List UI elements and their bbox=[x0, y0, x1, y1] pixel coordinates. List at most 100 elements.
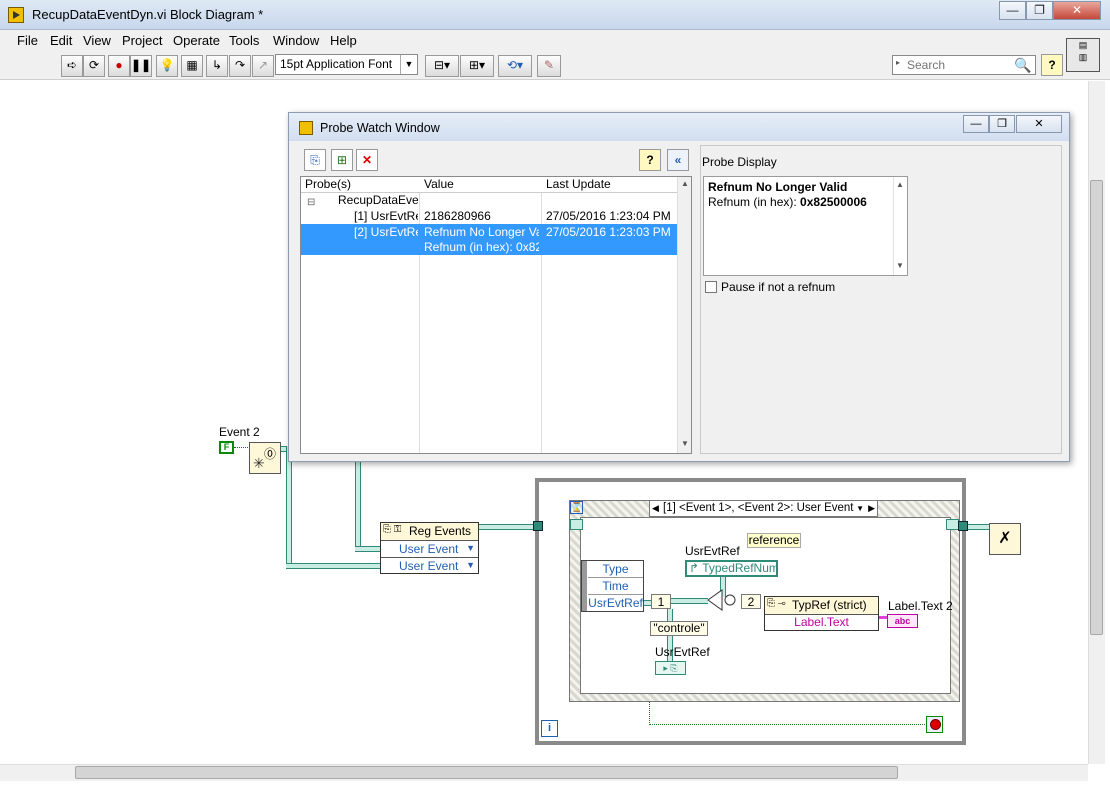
close-button[interactable]: ✕ bbox=[1053, 1, 1101, 20]
probe-window-title: Probe Watch Window bbox=[320, 121, 440, 135]
probe-row-2-update: 27/05/2016 1:23:03 PM bbox=[546, 225, 671, 239]
scroll-down-icon[interactable]: ▼ bbox=[681, 439, 689, 448]
menu-view[interactable]: View bbox=[83, 33, 111, 48]
event-data-time[interactable]: Time bbox=[588, 578, 643, 595]
probe-row-vi[interactable]: RecupDataEventDyn.vi bbox=[338, 193, 418, 208]
pause-if-not-refnum-checkbox[interactable] bbox=[705, 281, 717, 293]
probe-display-hex: Refnum (in hex): 0x82500006 bbox=[708, 195, 867, 209]
delete-probe-icon[interactable]: ✕ bbox=[356, 149, 378, 171]
minimize-button[interactable]: — bbox=[999, 1, 1026, 20]
select-probe-icon[interactable]: ⊞ bbox=[331, 149, 353, 171]
cleanup-diagram-icon[interactable]: ✎ bbox=[537, 55, 561, 77]
align-objects-icon[interactable]: ⊟▾ bbox=[425, 55, 459, 77]
probe-maximize-button[interactable]: ❐ bbox=[989, 115, 1015, 133]
event-registration-wire bbox=[479, 524, 537, 530]
scroll-up-icon[interactable]: ▲ bbox=[681, 179, 689, 188]
collapse-panel-button[interactable]: « bbox=[667, 149, 689, 171]
probe-row-1-value: 2186280966 bbox=[424, 209, 491, 223]
false-constant[interactable]: F bbox=[219, 441, 234, 454]
refnum-icon: ↱ bbox=[689, 561, 700, 575]
highlight-execution-icon[interactable]: 💡 bbox=[156, 55, 178, 77]
event-data-usrevtref[interactable]: UsrEvtRef bbox=[588, 595, 643, 611]
create-user-event-node[interactable]: ✳ ⓪ bbox=[249, 442, 281, 474]
event-data-node[interactable]: Type Time UsrEvtRef bbox=[581, 560, 644, 612]
menu-operate[interactable]: Operate bbox=[173, 33, 220, 48]
menu-tools[interactable]: Tools bbox=[229, 33, 259, 48]
probe-row-1-name[interactable]: [1] UsrEvtRef bbox=[354, 209, 418, 224]
probe-help-button[interactable]: ? bbox=[639, 149, 661, 171]
step-over-icon[interactable]: ↷ bbox=[229, 55, 251, 77]
pause-icon[interactable]: ❚❚ bbox=[130, 55, 152, 77]
label-text-indicator[interactable]: abc bbox=[887, 614, 918, 628]
probe-row-1-update: 27/05/2016 1:23:04 PM bbox=[546, 209, 671, 223]
case-selector[interactable]: ◀ [1] <Event 1>, <Event 2>: User Event ▼… bbox=[649, 500, 878, 517]
controle-string-constant[interactable]: "controle" bbox=[650, 621, 708, 636]
index-constant-2[interactable]: 2 bbox=[741, 594, 761, 609]
loop-condition-terminal[interactable] bbox=[926, 716, 943, 733]
probe-display-scrollbar[interactable]: ▲ ▼ bbox=[893, 177, 907, 275]
search-icon[interactable]: 🔍 bbox=[1014, 57, 1031, 73]
scroll-up-icon[interactable]: ▲ bbox=[896, 180, 904, 189]
vi-block-diagram-icon bbox=[8, 7, 24, 23]
decrement-arrow-icon[interactable]: ◀ bbox=[652, 501, 659, 516]
reg-events-row[interactable]: User Event ▼ bbox=[381, 558, 478, 574]
vertical-scroll-thumb[interactable] bbox=[1090, 180, 1103, 635]
refnum-wire bbox=[286, 446, 292, 566]
probe-list-scrollbar[interactable]: ▲ ▼ bbox=[677, 177, 691, 453]
step-into-icon[interactable]: ↳ bbox=[206, 55, 228, 77]
to-more-specific-class-icon bbox=[707, 589, 736, 611]
probe-list[interactable]: Probe(s) Value Last Update ⊟ RecupDataEv… bbox=[300, 176, 692, 454]
window-title: RecupDataEventDyn.vi Block Diagram * bbox=[32, 7, 264, 22]
menu-window[interactable]: Window bbox=[273, 33, 319, 48]
abort-icon[interactable]: ● bbox=[108, 55, 130, 77]
index-constant-1[interactable]: 1 bbox=[651, 594, 671, 609]
reorder-icon[interactable]: ⟲▾ bbox=[498, 55, 532, 77]
collapse-tree-icon[interactable]: ⊟ bbox=[307, 195, 315, 210]
column-header-probes[interactable]: Probe(s) bbox=[301, 177, 421, 193]
probe-close-button[interactable]: ✕ bbox=[1016, 115, 1062, 133]
open-probe-icon[interactable]: ⎘ bbox=[304, 149, 326, 171]
probe-row-2-name[interactable]: [2] UsrEvtRef bbox=[354, 225, 418, 240]
event-data-type[interactable]: Type bbox=[588, 561, 643, 578]
run-arrow-icon[interactable]: ➪ bbox=[61, 55, 83, 77]
step-out-icon[interactable]: ↗ bbox=[252, 55, 274, 77]
iteration-terminal[interactable]: i bbox=[541, 720, 558, 737]
search-input[interactable] bbox=[907, 57, 1012, 73]
column-header-last-update[interactable]: Last Update bbox=[542, 177, 679, 193]
usrevtref-label: UsrEvtRef bbox=[685, 544, 740, 558]
menu-help[interactable]: Help bbox=[330, 33, 357, 48]
column-header-value[interactable]: Value bbox=[420, 177, 543, 193]
vi-connector-icon[interactable]: ▤ ▥ bbox=[1066, 38, 1100, 72]
menu-file[interactable]: File bbox=[17, 33, 38, 48]
scroll-down-icon[interactable]: ▼ bbox=[896, 261, 904, 270]
chevron-down-icon[interactable]: ▼ bbox=[856, 501, 864, 516]
typedrefnum-constant[interactable]: ↱ TypedRefNum bbox=[685, 560, 779, 577]
maximize-button[interactable]: ❐ bbox=[1026, 1, 1053, 20]
reg-events-row[interactable]: User Event ▼ bbox=[381, 541, 478, 558]
stop-icon bbox=[930, 719, 941, 730]
timeout-terminal[interactable]: ⌛ bbox=[570, 501, 583, 514]
horizontal-scroll-thumb[interactable] bbox=[75, 766, 898, 779]
retain-wire-values-icon[interactable]: ▦ bbox=[181, 55, 203, 77]
window-titlebar[interactable]: RecupDataEventDyn.vi Block Diagram * — ❐… bbox=[0, 0, 1110, 30]
register-events-node[interactable]: ⎘ ⚿ Reg Events User Event ▼ User Event ▼ bbox=[380, 522, 479, 574]
probe-watch-window[interactable]: Probe Watch Window — ❐ ✕ ⎘ ⊞ ✕ ? « Probe… bbox=[288, 112, 1070, 462]
menu-project[interactable]: Project bbox=[122, 33, 162, 48]
usrevtref-indicator[interactable]: ▸ ⎘ bbox=[655, 661, 686, 675]
probe-display-box[interactable]: Refnum No Longer Valid Refnum (in hex): … bbox=[703, 176, 908, 276]
unregister-events-node[interactable]: ✗ bbox=[989, 523, 1021, 555]
increment-arrow-icon[interactable]: ▶ bbox=[868, 501, 875, 516]
probe-window-titlebar[interactable]: Probe Watch Window — ❐ ✕ bbox=[289, 113, 1069, 141]
reg-events-header: ⎘ ⚿ Reg Events bbox=[381, 523, 478, 541]
property-node[interactable]: ⎘ ⊸ TypRef (strict) Label.Text bbox=[764, 596, 879, 631]
probe-minimize-button[interactable]: — bbox=[963, 115, 989, 133]
loop-tunnel bbox=[533, 521, 543, 531]
menu-edit[interactable]: Edit bbox=[50, 33, 72, 48]
refnum-wire bbox=[286, 563, 382, 569]
to-more-specific-class-node[interactable] bbox=[706, 588, 738, 613]
run-continuously-icon[interactable]: ⟳ bbox=[83, 55, 105, 77]
distribute-objects-icon[interactable]: ⊞▾ bbox=[460, 55, 494, 77]
property-node-property[interactable]: Label.Text bbox=[765, 615, 878, 631]
font-select[interactable]: 15pt Application Font ▼ bbox=[275, 54, 418, 75]
context-help-button[interactable]: ? bbox=[1041, 54, 1063, 76]
